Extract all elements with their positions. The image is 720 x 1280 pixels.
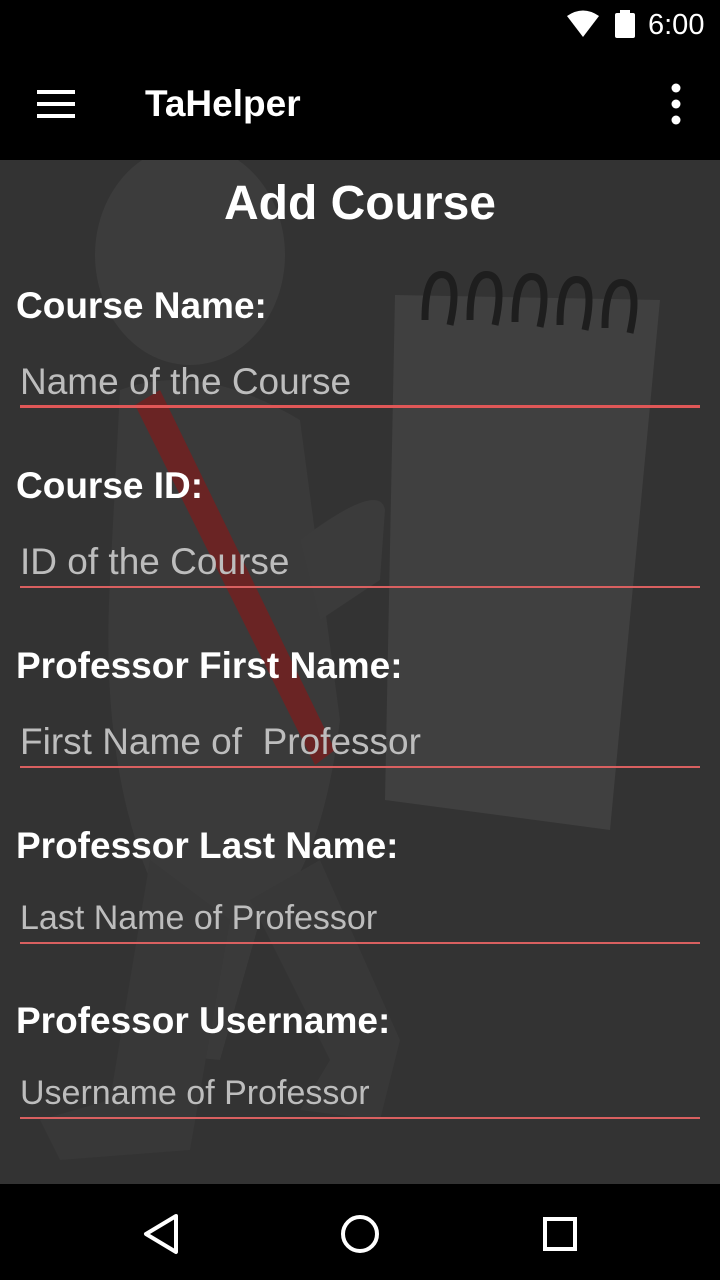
battery-icon (615, 10, 635, 38)
home-circle-icon (341, 1215, 379, 1253)
overflow-menu-button[interactable] (656, 78, 696, 130)
app-title: TaHelper (145, 83, 301, 124)
professor-first-name-label: Professor First Name: (16, 645, 403, 686)
recents-square-icon (543, 1217, 577, 1251)
course-name-input[interactable] (20, 358, 700, 408)
professor-first-name-input[interactable] (20, 718, 700, 768)
professor-last-name-label: Professor Last Name: (16, 825, 399, 866)
page-title: Add Course (223, 177, 496, 230)
wifi-icon (567, 10, 599, 37)
status-time: 6:00 (648, 9, 705, 41)
professor-username-label: Professor Username: (16, 1000, 391, 1041)
add-course-form: Add Course Course Name: Course ID: Profe… (0, 160, 720, 1184)
professor-last-name-input[interactable] (20, 894, 700, 944)
home-button[interactable] (338, 1212, 382, 1256)
menu-button[interactable] (28, 78, 84, 130)
recents-button[interactable] (538, 1212, 582, 1256)
professor-username-input[interactable] (20, 1069, 700, 1119)
back-triangle-icon (144, 1214, 178, 1254)
status-bar: 6:00 (0, 0, 720, 48)
course-id-label: Course ID: (16, 465, 204, 506)
navigation-bar (0, 1184, 720, 1280)
screen: 6:00 TaHelper Add Course Course Name: Na… (0, 0, 720, 1280)
back-button[interactable] (140, 1212, 184, 1256)
course-name-label: Course Name: (16, 285, 267, 326)
course-id-input[interactable] (20, 538, 700, 588)
more-vert-icon (671, 83, 681, 125)
hamburger-menu-icon (37, 90, 75, 118)
app-bar: TaHelper (0, 48, 720, 160)
